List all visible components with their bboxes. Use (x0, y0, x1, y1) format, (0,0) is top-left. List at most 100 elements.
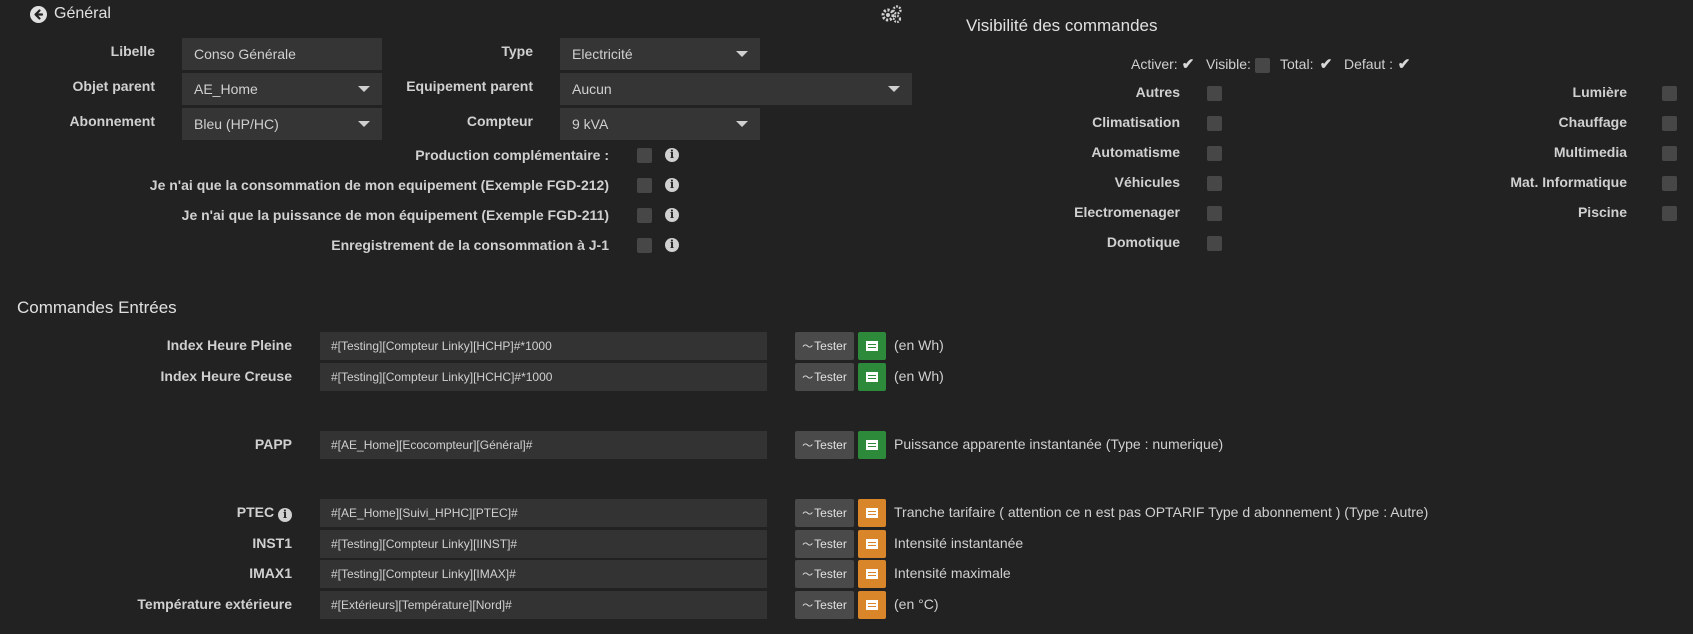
category-piscine-label: Piscine (1577, 204, 1627, 220)
tester-button[interactable]: 〜Tester (795, 560, 854, 588)
category-vehicules-label: Véhicules (1114, 174, 1180, 190)
info-icon[interactable]: i (665, 208, 679, 222)
category-piscine-checkbox[interactable] (1662, 206, 1677, 221)
command-description: Puissance apparente instantanée (Type : … (894, 436, 1224, 452)
objet-parent-label: Objet parent (72, 78, 155, 94)
arrow-circle-left-icon (30, 5, 47, 23)
visible-label: Visible: (1206, 56, 1251, 72)
defaut-checkbox[interactable]: ✔ (1396, 57, 1412, 73)
option-puissance-label: Je n'ai que la puissance de mon équipeme… (181, 207, 609, 223)
category-autres-checkbox[interactable] (1207, 86, 1222, 101)
libelle-label: Libelle (110, 43, 155, 59)
category-vehicules-checkbox[interactable] (1207, 176, 1222, 191)
defaut-label: Defaut : (1344, 56, 1394, 72)
command-input[interactable]: #[Testing][Compteur Linky][HCHP]#*1000 (320, 332, 767, 360)
command-description: Intensité maximale (894, 565, 1011, 581)
libelle-input[interactable]: Conso Générale (182, 38, 382, 70)
commands-title: Commandes Entrées (17, 298, 177, 317)
info-icon[interactable]: i (278, 508, 292, 522)
category-autres-label: Autres (1135, 84, 1180, 100)
info-icon[interactable]: i (665, 178, 679, 192)
total-checkbox[interactable]: ✔ (1318, 57, 1334, 73)
list-icon (866, 539, 878, 549)
option-consommation-checkbox[interactable] (637, 178, 652, 193)
total-label: Total: (1280, 56, 1314, 72)
category-multimedia-label: Multimedia (1553, 144, 1627, 160)
tester-button[interactable]: 〜Tester (795, 499, 854, 527)
command-input[interactable]: #[Testing][Compteur Linky][IMAX]# (320, 560, 767, 588)
rss-icon: 〜 (802, 372, 814, 384)
visibility-title: Visibilité des commandes (966, 16, 1158, 35)
tester-button[interactable]: 〜Tester (795, 363, 854, 391)
activer-label: Activer: (1131, 56, 1178, 72)
command-input[interactable]: #[AE_Home][Suivi_HPHC][PTEC]# (320, 499, 767, 527)
config-button[interactable] (858, 591, 886, 619)
category-chauffage-label: Chauffage (1558, 114, 1627, 130)
config-button[interactable] (858, 431, 886, 459)
command-input[interactable]: #[AE_Home][Ecocompteur][Général]# (320, 431, 767, 459)
rss-icon: 〜 (802, 539, 814, 551)
page-title: Général (54, 5, 111, 22)
back-button[interactable]: Général (30, 4, 111, 24)
option-production-checkbox[interactable] (637, 148, 652, 163)
command-label: IMAX1 (249, 565, 292, 581)
command-label: PTEC i (237, 504, 292, 522)
category-lumiere-checkbox[interactable] (1662, 86, 1677, 101)
tester-button[interactable]: 〜Tester (795, 431, 854, 459)
command-label: PAPP (254, 436, 292, 452)
option-puissance-checkbox[interactable] (637, 208, 652, 223)
tester-button[interactable]: 〜Tester (795, 332, 854, 360)
command-description: (en Wh) (894, 368, 944, 384)
rss-icon: 〜 (802, 569, 814, 581)
rss-icon: 〜 (802, 440, 814, 452)
equipement-parent-label: Equipement parent (406, 78, 533, 94)
config-button[interactable] (858, 530, 886, 558)
command-input[interactable]: #[Extérieurs][Température][Nord]# (320, 591, 767, 619)
command-description: Intensité instantanée (894, 535, 1024, 551)
config-button[interactable] (858, 332, 886, 360)
category-mat-informatique-checkbox[interactable] (1662, 176, 1677, 191)
visible-checkbox[interactable] (1255, 58, 1270, 73)
option-consommation-label: Je n'ai que la consommation de mon equip… (149, 177, 609, 193)
config-button[interactable] (858, 499, 886, 527)
category-automatisme-checkbox[interactable] (1207, 146, 1222, 161)
compteur-label: Compteur (466, 113, 533, 129)
objet-parent-select[interactable]: AE_Home (182, 73, 382, 105)
command-description: (en °C) (894, 596, 939, 612)
category-electromenager-checkbox[interactable] (1207, 206, 1222, 221)
category-chauffage-checkbox[interactable] (1662, 116, 1677, 131)
command-input[interactable]: #[Testing][Compteur Linky][HCHC]#*1000 (320, 363, 767, 391)
category-domotique-label: Domotique (1106, 234, 1180, 250)
info-icon[interactable]: i (665, 148, 679, 162)
list-icon (866, 508, 878, 518)
option-j1-label: Enregistrement de la consommation à J-1 (331, 237, 609, 253)
option-j1-checkbox[interactable] (637, 238, 652, 253)
command-label: Index Heure Creuse (160, 368, 293, 384)
category-climatisation-checkbox[interactable] (1207, 116, 1222, 131)
type-select[interactable]: Electricité (560, 38, 760, 70)
config-button[interactable] (858, 363, 886, 391)
config-button[interactable] (858, 560, 886, 588)
category-multimedia-checkbox[interactable] (1662, 146, 1677, 161)
category-climatisation-label: Climatisation (1092, 114, 1180, 130)
rss-icon: 〜 (802, 508, 814, 520)
list-icon (866, 372, 878, 382)
category-domotique-checkbox[interactable] (1207, 236, 1222, 251)
category-electromenager-label: Electromenager (1074, 204, 1180, 220)
tester-button[interactable]: 〜Tester (795, 591, 854, 619)
gears-icon[interactable] (880, 4, 904, 24)
rss-icon: 〜 (802, 600, 814, 612)
abonnement-select[interactable]: Bleu (HP/HC) (182, 108, 382, 140)
info-icon[interactable]: i (665, 238, 679, 252)
equipement-parent-select[interactable]: Aucun (560, 73, 912, 105)
command-input[interactable]: #[Testing][Compteur Linky][IINST]# (320, 530, 767, 558)
list-icon (866, 569, 878, 579)
option-production-label: Production complémentaire : (415, 147, 609, 163)
compteur-select[interactable]: 9 kVA (560, 108, 760, 140)
command-label: Index Heure Pleine (166, 337, 292, 353)
tester-button[interactable]: 〜Tester (795, 530, 854, 558)
category-automatisme-label: Automatisme (1091, 144, 1180, 160)
activer-checkbox[interactable]: ✔ (1180, 57, 1196, 73)
command-label: INST1 (252, 535, 292, 551)
command-description: (en Wh) (894, 337, 944, 353)
